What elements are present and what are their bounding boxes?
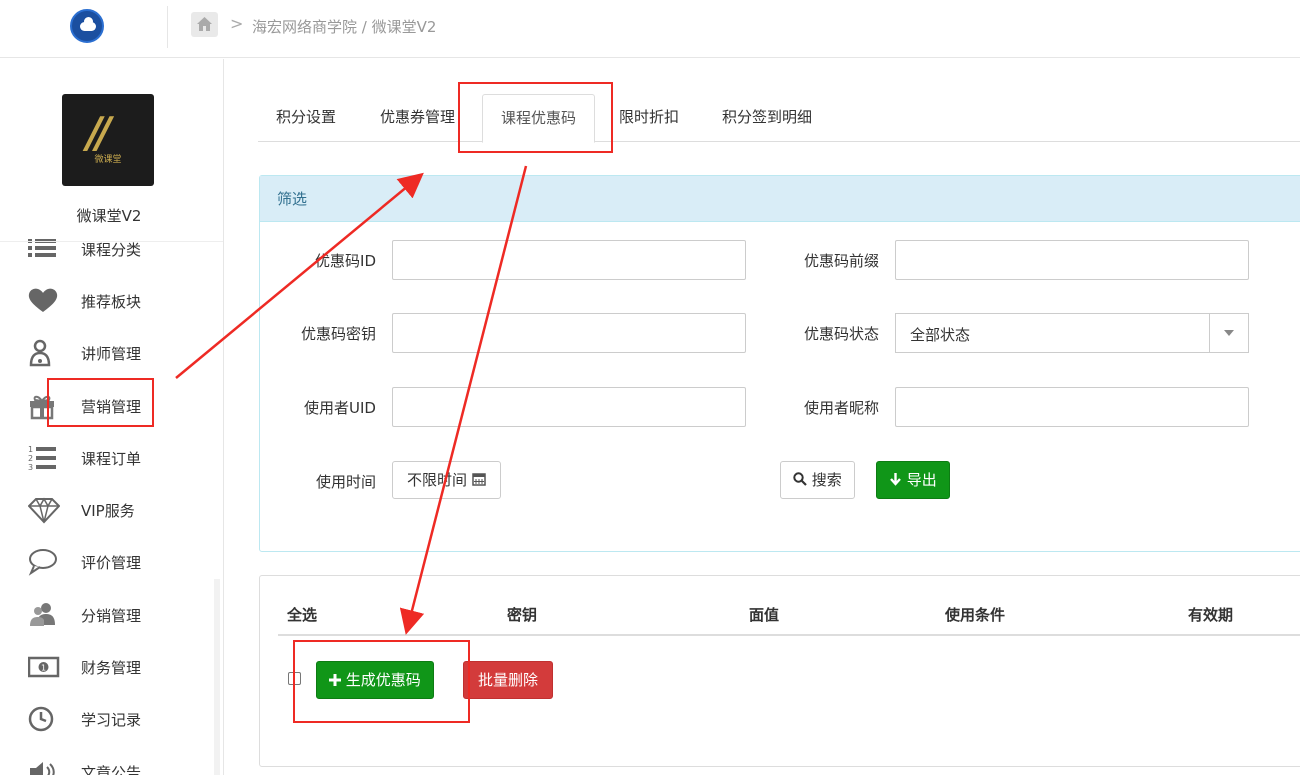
annotation-arrows: [175, 165, 528, 635]
